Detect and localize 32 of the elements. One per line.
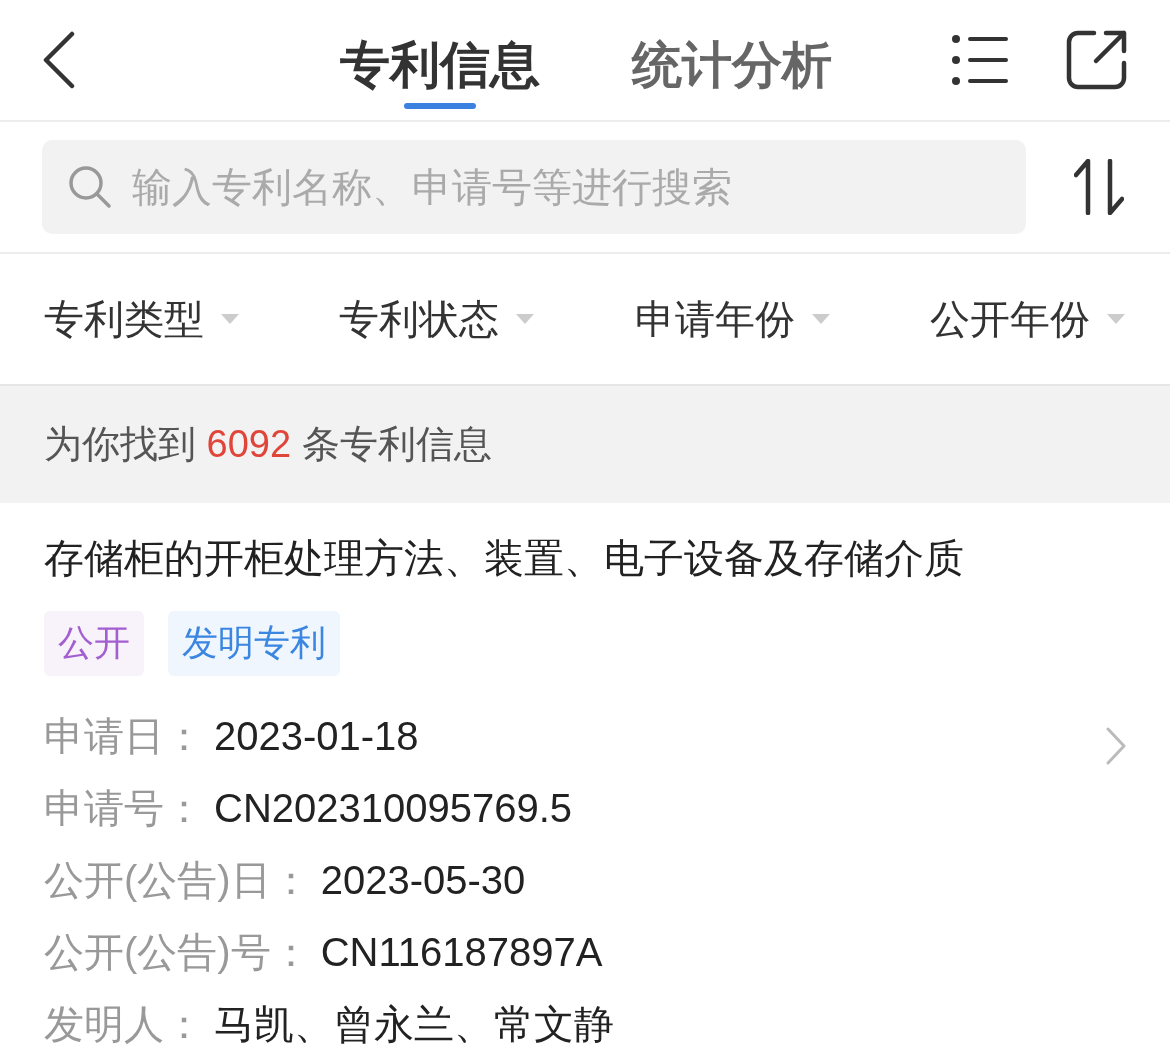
field-label: 公开(公告)号： <box>44 928 311 976</box>
field-label: 申请日： <box>44 712 204 760</box>
share-icon[interactable] <box>1066 29 1128 91</box>
field-value: 2023-05-30 <box>320 857 526 903</box>
field-label: 申请号： <box>44 784 204 832</box>
caret-down-icon <box>810 313 831 325</box>
field-value: CN202310095769.5 <box>214 785 573 831</box>
field-value: 马凯、曾永兰、常文静 <box>214 1000 614 1048</box>
field-label: 公开(公告)日： <box>44 856 311 904</box>
filter-dropdown[interactable]: 申请年份 <box>634 291 831 347</box>
filter-dropdown[interactable]: 公开年份 <box>930 291 1126 347</box>
sort-icon[interactable] <box>1074 159 1124 215</box>
search-icon <box>68 165 112 209</box>
back-icon[interactable] <box>42 31 76 89</box>
tag: 公开 <box>44 611 144 676</box>
caret-down-icon <box>220 313 240 325</box>
search-field[interactable]: 输入专利名称、申请号等进行搜索 <box>42 140 1026 234</box>
list-icon[interactable] <box>952 35 1008 85</box>
filter-dropdown[interactable]: 专利状态 <box>339 291 536 347</box>
caret-down-icon <box>1106 313 1126 325</box>
chevron-right-icon <box>1106 726 1126 765</box>
result-count-text: 为你找到 6092 条专利信息 <box>44 422 492 467</box>
filter-dropdown[interactable]: 专利类型 <box>44 291 240 347</box>
tab[interactable]: 统计分析 <box>632 23 832 109</box>
field-value: CN116187897A <box>320 929 603 975</box>
patent-title: 存储柜的开柜处理方法、装置、电子设备及存储介质 <box>44 535 965 582</box>
field-label: 发明人： <box>44 1000 204 1048</box>
tab[interactable]: 专利信息 <box>340 23 540 109</box>
field-value: 2023-01-18 <box>214 713 419 759</box>
patent-card[interactable]: 存储柜的开柜处理方法、装置、电子设备及存储介质 公开 发明专利 申请日： 2023-01-18 申请号： CN202310095769.5 公开(公告)日： 2023-05-30 公开(公告)号： CN116187897A 发明人： 马凯、曾永兰、常文静 <box>0 503 1170 1060</box>
tag: 发明专利 <box>168 611 340 676</box>
caret-down-icon <box>515 313 536 325</box>
